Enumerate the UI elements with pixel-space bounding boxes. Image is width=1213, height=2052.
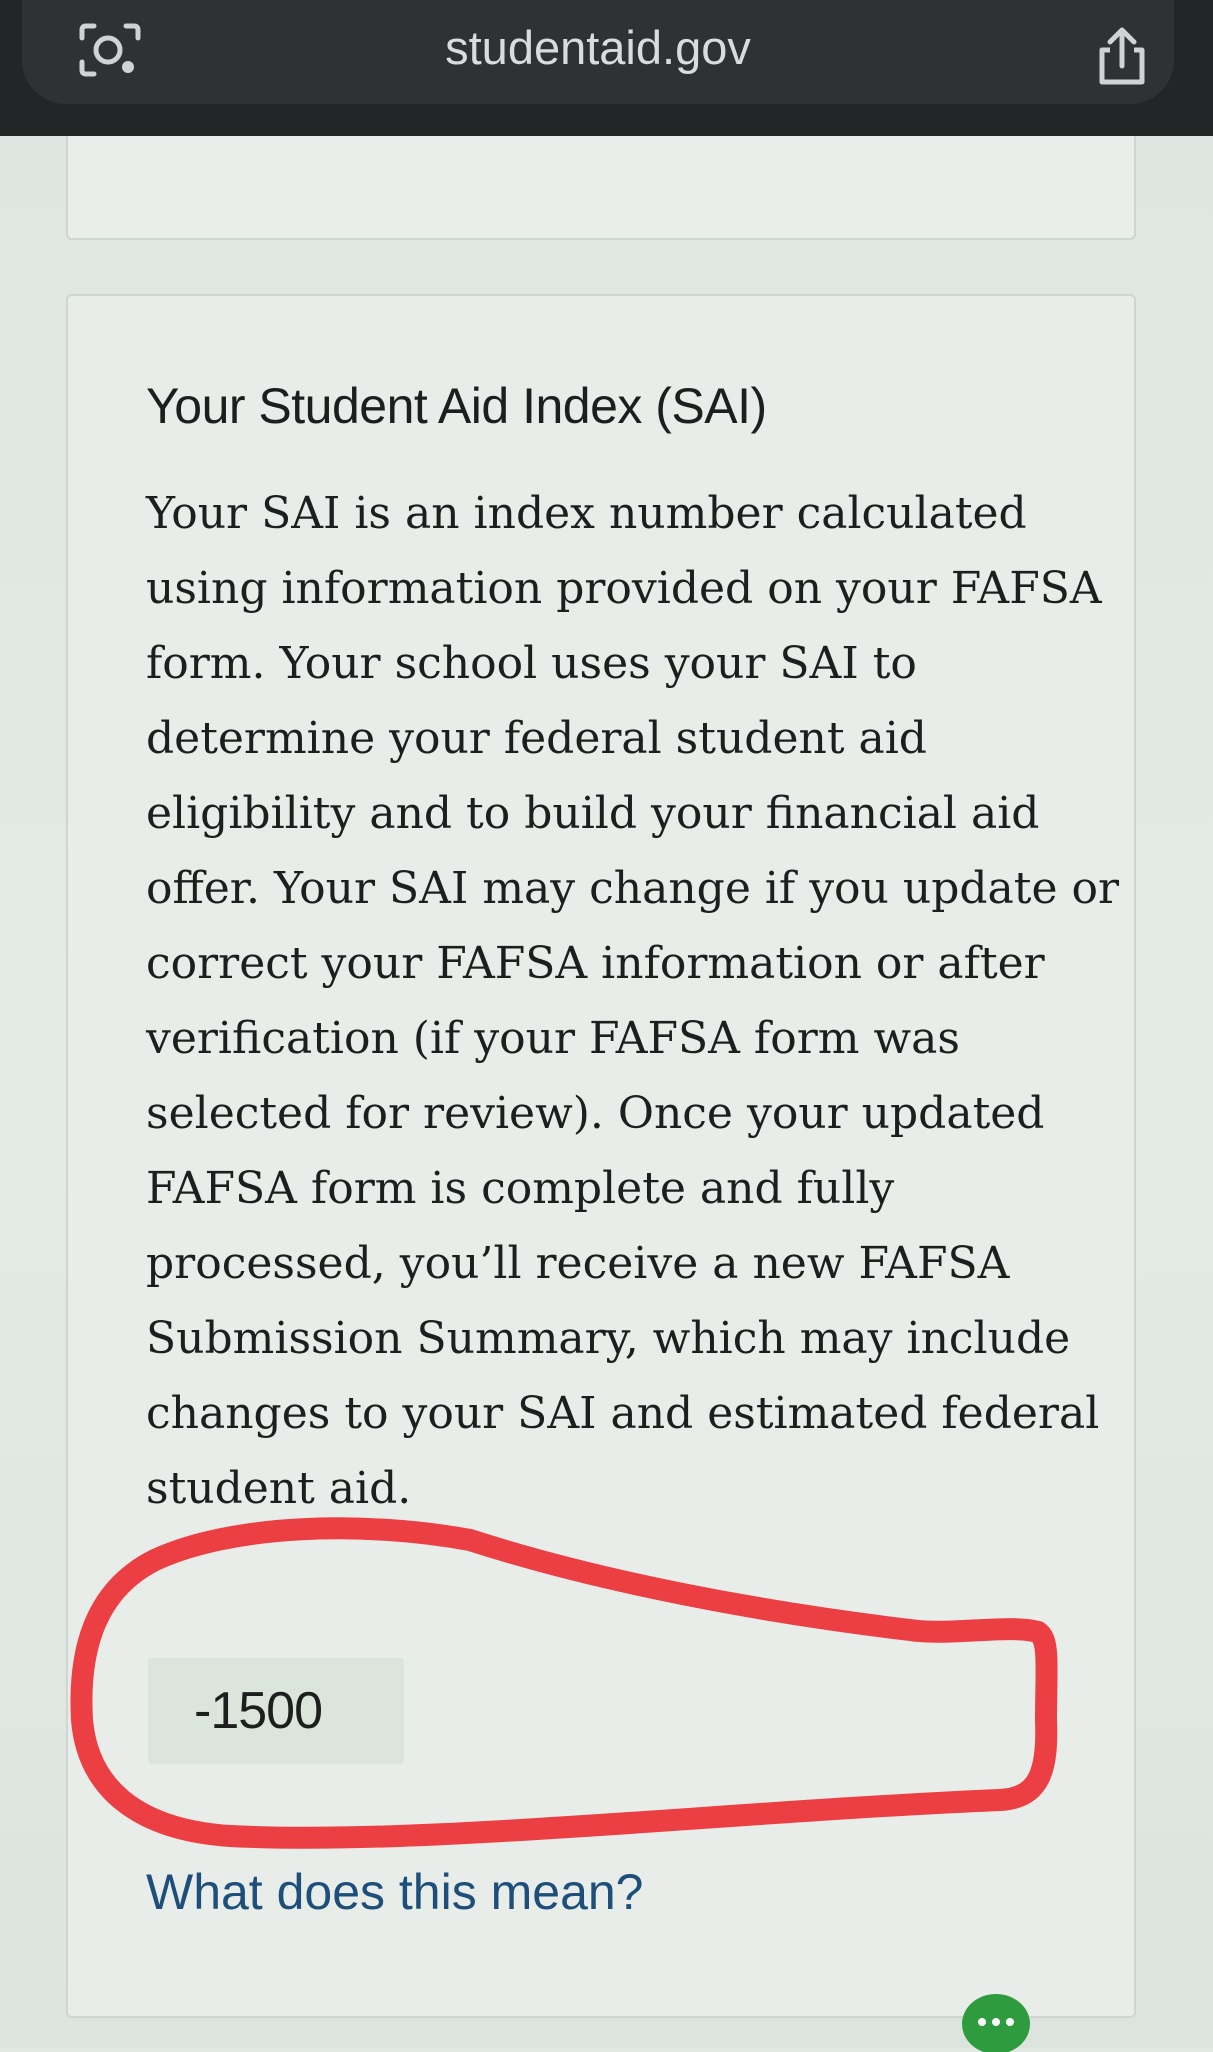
share-icon[interactable] (1094, 26, 1150, 86)
address-bar[interactable]: studentaid.gov (22, 0, 1174, 104)
what-does-this-mean-link[interactable]: What does this mean? (146, 1862, 644, 1922)
card-description: Your SAI is an index number calculated u… (146, 488, 1120, 1514)
chat-bubble-icon[interactable] (960, 1992, 1032, 2052)
sai-value: -1500 (194, 1682, 323, 1740)
card-title: Your Student Aid Index (SAI) (146, 378, 767, 434)
url-text[interactable]: studentaid.gov (22, 18, 1174, 78)
sai-card: Your Student Aid Index (SAI) Your SAI is… (66, 294, 1136, 2018)
browser-toolbar: studentaid.gov (0, 0, 1213, 136)
previous-card (66, 136, 1136, 240)
